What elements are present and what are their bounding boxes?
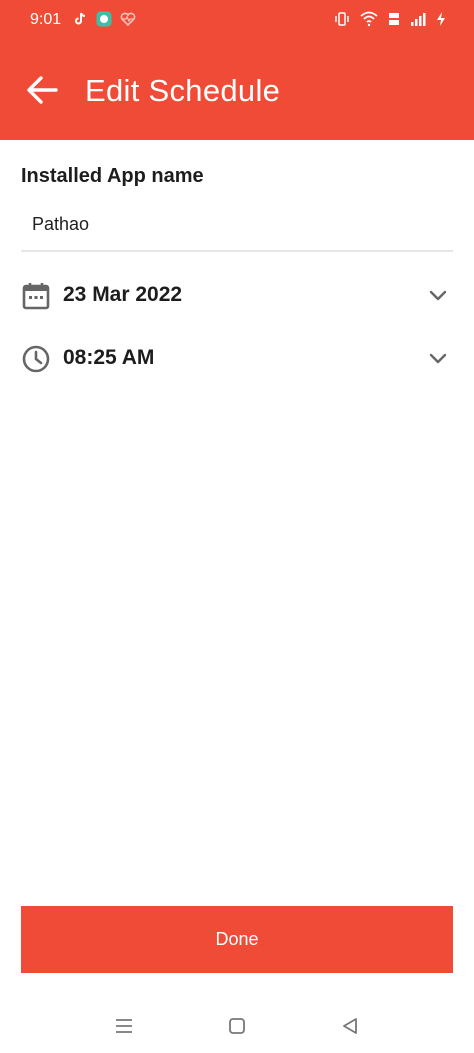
back-triangle-icon[interactable] (338, 1014, 362, 1038)
arrow-left-icon (27, 76, 58, 104)
date-value: 23 Mar 2022 (63, 283, 183, 306)
tiktok-icon (75, 12, 86, 25)
heart-pulse-icon (120, 12, 136, 27)
time-picker[interactable]: 08:25 AM (21, 336, 453, 380)
vibrate-icon (335, 12, 349, 26)
time-value: 08:25 AM (63, 346, 155, 369)
system-nav-bar (0, 1000, 474, 1053)
status-left-icons (72, 11, 136, 27)
charging-icon (437, 12, 445, 26)
date-picker[interactable]: 23 Mar 2022 (21, 273, 453, 317)
menu-icon[interactable] (112, 1014, 136, 1038)
signal-icon (411, 13, 426, 26)
chevron-down-icon (429, 353, 447, 364)
back-button[interactable] (24, 72, 60, 108)
done-button[interactable]: Done (21, 906, 453, 973)
app-name-input[interactable] (32, 214, 432, 235)
status-right-icons (334, 11, 446, 27)
status-time: 9:01 (30, 11, 62, 28)
clock-icon (22, 345, 50, 373)
page-title: Edit Schedule (85, 73, 281, 108)
volte-icon (389, 13, 399, 25)
calendar-icon (22, 283, 50, 310)
chat-app-icon (96, 11, 112, 27)
wifi-icon (360, 11, 378, 27)
chevron-down-icon (429, 290, 447, 301)
app-name-field[interactable] (21, 202, 453, 252)
status-bar: 9:01 (0, 0, 474, 40)
app-name-label: Installed App name (21, 165, 204, 187)
home-square-icon[interactable] (225, 1014, 249, 1038)
app-bar: Edit Schedule (0, 40, 474, 140)
